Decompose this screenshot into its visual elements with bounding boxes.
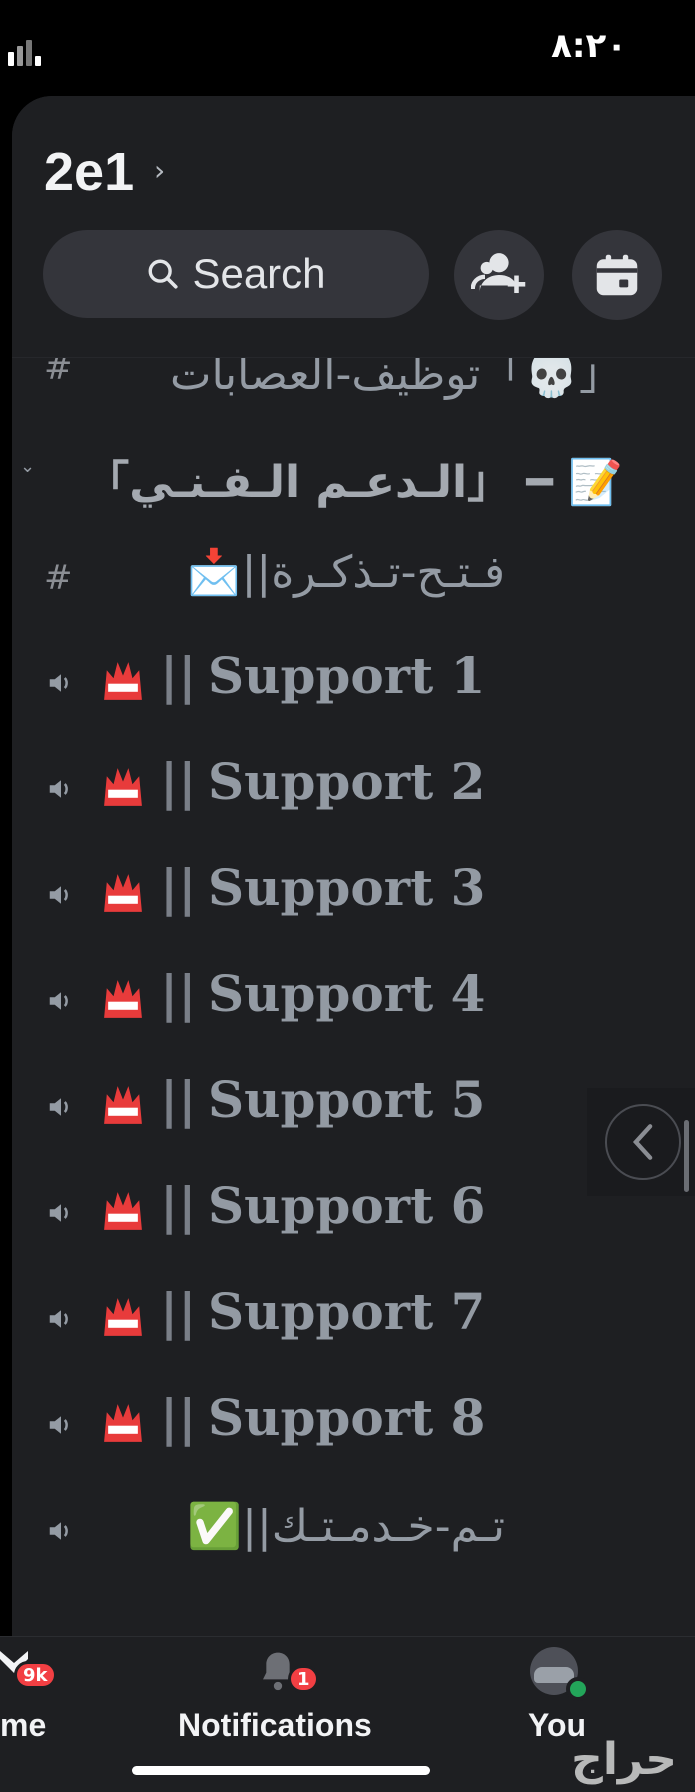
- voice-channel[interactable]: || Support 4: [12, 950, 695, 1050]
- separator: ||: [160, 964, 197, 1023]
- separator: ||: [160, 752, 197, 811]
- search-icon: [149, 259, 179, 289]
- search-button[interactable]: Search: [43, 230, 429, 318]
- fire-icon: [104, 1086, 142, 1124]
- server-name[interactable]: 2e1: [44, 141, 134, 203]
- invite-button[interactable]: [454, 230, 544, 320]
- fire-icon: [104, 980, 142, 1018]
- tab-home[interactable]: 9k me: [0, 1637, 110, 1747]
- fire-icon: [104, 1298, 142, 1336]
- fire-icon: [104, 662, 142, 700]
- clock: ٨:٢٠: [551, 26, 627, 66]
- server-header: 2e1 › Search: [12, 96, 695, 358]
- search-label: Search: [192, 250, 326, 297]
- separator: ||: [160, 646, 197, 705]
- fire-icon: [104, 768, 142, 806]
- channel-name: فـتـح-تـذكـرة||📩: [186, 547, 505, 598]
- voice-channel[interactable]: || Support 3: [12, 844, 695, 944]
- collapse-tab[interactable]: [587, 1088, 695, 1196]
- separator: ||: [160, 1070, 197, 1129]
- speaker-icon: [49, 1098, 68, 1116]
- chevron-left-icon: [605, 1104, 681, 1180]
- speaker-icon: [49, 886, 68, 904]
- scrollbar[interactable]: [684, 1120, 689, 1192]
- channel-name: Support 5: [208, 1070, 486, 1129]
- watermark: حراج: [571, 1734, 677, 1785]
- tab-notifications-label: Notifications: [178, 1707, 372, 1743]
- separator: ||: [160, 1176, 197, 1235]
- channel-name: Support 4: [208, 964, 486, 1023]
- calendar-icon: [596, 254, 638, 296]
- channel-name: Support 7: [208, 1282, 486, 1341]
- speaker-icon: [49, 674, 68, 692]
- chevron-down-icon: ⌄: [20, 456, 36, 477]
- voice-channel[interactable]: || Support 8: [12, 1374, 695, 1474]
- fire-icon: [104, 874, 142, 912]
- separator: ||: [160, 1282, 197, 1341]
- voice-channel[interactable]: || Support 1: [12, 632, 695, 732]
- fire-icon: [104, 1404, 142, 1442]
- channel-panel: 2e1 › Search # 「💀」توظيف-العصابات ⌄ 📝 ━ 「…: [12, 96, 695, 1636]
- voice-channel[interactable]: تـم-خـدمـتـك||✅: [12, 1480, 695, 1580]
- speaker-icon: [49, 1522, 68, 1540]
- category-header[interactable]: ⌄ 📝 ━ 「الـدعـم الـفـنـي」: [12, 422, 695, 522]
- channel-name: Support 1: [208, 646, 486, 705]
- tab-you[interactable]: You: [510, 1637, 610, 1747]
- online-status-icon: [566, 1677, 590, 1701]
- channel-name: Support 3: [208, 858, 486, 917]
- speaker-icon: [49, 1204, 68, 1222]
- text-channel[interactable]: # فـتـح-تـذكـرة||📩: [12, 528, 695, 628]
- signal-icon: [8, 40, 41, 66]
- add-member-icon: [471, 253, 526, 294]
- events-button[interactable]: [572, 230, 662, 320]
- channel-name: Support 6: [208, 1176, 486, 1235]
- tab-home-label: me: [0, 1707, 47, 1743]
- hash-icon: #: [44, 558, 73, 598]
- separator: ||: [160, 1388, 197, 1447]
- category-name: 📝 ━ 「الـدعـم الـفـنـي」: [85, 457, 623, 508]
- speaker-icon: [49, 992, 68, 1010]
- speaker-icon: [49, 780, 68, 798]
- channel-name: Support 2: [208, 752, 486, 811]
- home-badge: 9k: [14, 1661, 57, 1689]
- voice-channel[interactable]: || Support 2: [12, 738, 695, 838]
- speaker-icon: [49, 1416, 68, 1434]
- notifications-badge: 1: [288, 1665, 319, 1693]
- channel-name: تـم-خـدمـتـك||✅: [187, 1501, 505, 1552]
- home-indicator: [132, 1766, 430, 1775]
- fire-icon: [104, 1192, 142, 1230]
- separator: ||: [160, 858, 197, 917]
- voice-channel[interactable]: || Support 7: [12, 1268, 695, 1368]
- channel-name: Support 8: [208, 1388, 486, 1447]
- tab-notifications[interactable]: 1 Notifications: [170, 1637, 390, 1747]
- status-bar: ٨:٢٠: [0, 0, 695, 100]
- chevron-right-icon[interactable]: ›: [154, 154, 165, 187]
- speaker-icon: [49, 1310, 68, 1328]
